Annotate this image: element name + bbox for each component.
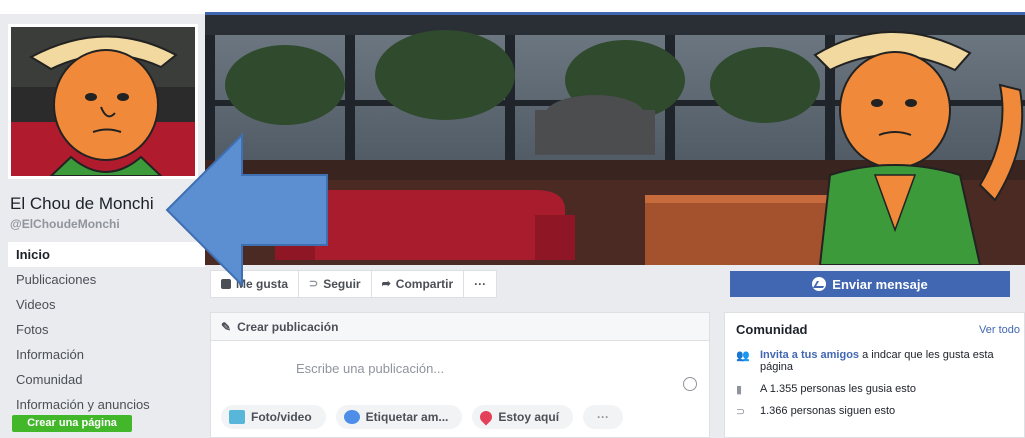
messenger-icon (812, 277, 827, 291)
followers-text: 1.366 personas siguen esto (760, 405, 896, 417)
thumbs-up-icon: ▮ (736, 384, 743, 396)
invite-link[interactable]: Invita a tus amigos (760, 349, 859, 361)
followers-row: ⊃ 1.366 personas siguen esto (736, 405, 1021, 418)
tag-friends-label: Etiquetar am... (365, 410, 449, 424)
page-title[interactable]: El Chou de Monchi (10, 194, 154, 214)
community-panel: Comunidad Ver todo 👥 Invita a tus amigos… (724, 312, 1025, 438)
check-in-label: Estoy aquí (498, 410, 560, 424)
post-input[interactable]: Escribe una publicación... (296, 361, 444, 376)
send-message-label: Enviar mensaje (832, 276, 928, 292)
emoji-icon[interactable] (683, 377, 697, 391)
nav-item-informacion[interactable]: Información (8, 342, 205, 367)
pencil-icon: ✎ (221, 319, 232, 334)
share-arrow-icon: ➦ (381, 278, 391, 290)
invite-row: 👥 Invita a tus amigos a indcar que les g… (736, 349, 1021, 373)
create-page-button[interactable]: Crear una página (12, 415, 132, 432)
nav-item-fotos[interactable]: Fotos (8, 317, 205, 342)
composer-options: Foto/video Etiquetar am... Estoy aquí ··… (221, 405, 624, 429)
share-label: Compartir (395, 277, 454, 291)
location-pin-icon (477, 408, 495, 426)
nav-item-videos[interactable]: Videos (8, 292, 205, 317)
more-options-button[interactable]: ··· (583, 405, 624, 429)
rss-icon: ⊃ (736, 406, 746, 418)
community-title: Comunidad (736, 322, 808, 337)
invite-friends-icon: 👥 (736, 350, 750, 362)
tag-people-icon (343, 410, 360, 424)
likes-text: A 1.355 personas les gusia esto (760, 383, 916, 395)
likes-row: ▮ A 1.355 personas les gusia esto (736, 383, 1021, 396)
tag-friends-button[interactable]: Etiquetar am... (335, 405, 463, 429)
see-all-link[interactable]: Ver todo (979, 324, 1020, 336)
page-handle[interactable]: @ElChoudeMonchi (10, 217, 120, 231)
photo-video-button[interactable]: Foto/video (221, 405, 326, 429)
share-button[interactable]: ➦ Compartir (372, 271, 465, 297)
photo-icon (229, 410, 245, 424)
composer-title: Crear publicación (237, 319, 339, 334)
check-in-button[interactable]: Estoy aquí (472, 405, 574, 429)
photo-video-label: Foto/video (251, 410, 312, 424)
send-message-button[interactable]: Enviar mensaje (730, 271, 1010, 297)
nav-item-comunidad[interactable]: Comunidad (8, 367, 205, 392)
annotation-arrow (165, 132, 328, 288)
invite-text: Invita a tus amigos a indcar que les gus… (760, 349, 1021, 373)
post-composer: ✎ Crear publicación Escribe una publicac… (210, 312, 710, 438)
nav-item-info-anuncios[interactable]: Información y anuncios (8, 392, 205, 417)
more-actions-button[interactable]: ··· (464, 271, 496, 297)
composer-header[interactable]: ✎ Crear publicación (211, 313, 709, 341)
